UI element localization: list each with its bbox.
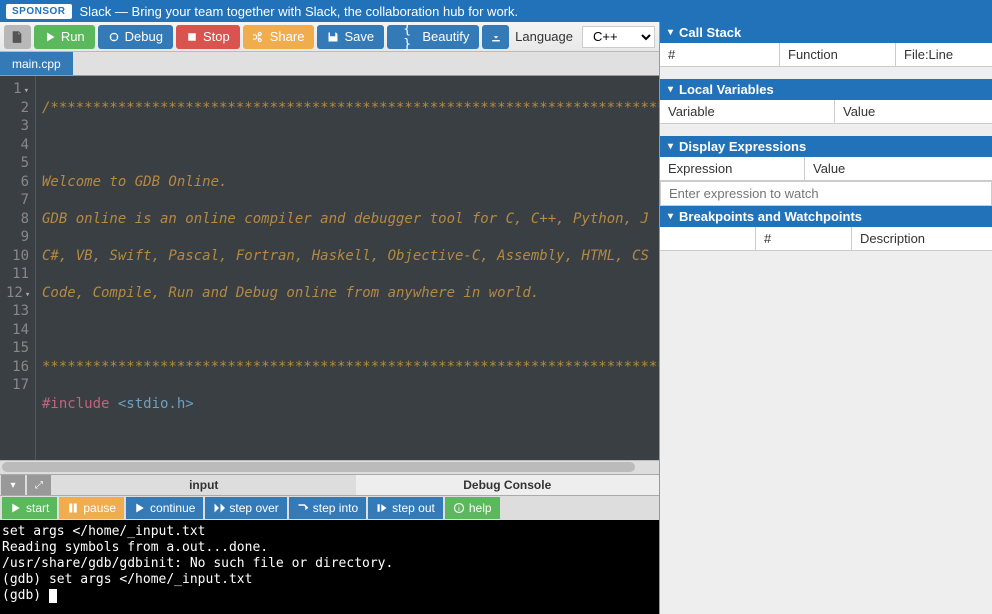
panel-display-expr-header[interactable]: ▾Display Expressions: [660, 136, 992, 157]
debug-panels: ▾Call Stack # Function File:Line ▾Local …: [660, 22, 992, 614]
dbg-help-button[interactable]: ihelp: [445, 497, 500, 519]
dbg-pause-button[interactable]: pause: [59, 497, 124, 519]
editor-hscroll[interactable]: [0, 460, 659, 474]
display-expr-columns: Expression Value: [660, 157, 992, 181]
chevron-down-icon: ▾: [668, 27, 673, 38]
share-button[interactable]: Share: [243, 25, 315, 49]
chevron-down-icon: ▾: [668, 141, 673, 152]
expression-input[interactable]: [660, 181, 992, 206]
run-button[interactable]: Run: [34, 25, 95, 49]
language-select[interactable]: C++: [582, 26, 655, 48]
file-tab-bar: main.cpp: [0, 52, 659, 76]
code-editor[interactable]: 1234567891011121314151617 /*************…: [0, 76, 659, 460]
dbg-step-over-button[interactable]: step over: [205, 497, 286, 519]
panel-local-vars-header[interactable]: ▾Local Variables: [660, 79, 992, 100]
call-stack-columns: # Function File:Line: [660, 43, 992, 67]
expand-icon[interactable]: ⤢: [27, 475, 51, 495]
debug-toolbar: start pause continue step over step into…: [0, 496, 659, 520]
stop-button[interactable]: Stop: [176, 25, 240, 49]
dbg-step-out-button[interactable]: step out: [368, 497, 443, 519]
language-label: Language: [515, 29, 573, 44]
dbg-continue-button[interactable]: continue: [126, 497, 203, 519]
breakpoints-columns: # Description: [660, 227, 992, 251]
chevron-down-icon: ▾: [668, 84, 673, 95]
panel-call-stack-header[interactable]: ▾Call Stack: [660, 22, 992, 43]
beautify-button[interactable]: { }Beautify: [387, 25, 479, 49]
tab-debug-console[interactable]: Debug Console: [356, 475, 660, 495]
dbg-step-into-button[interactable]: step into: [289, 497, 366, 519]
chevron-down-icon: ▾: [668, 211, 673, 222]
line-gutter: 1234567891011121314151617: [0, 76, 36, 460]
sponsor-text: Slack — Bring your team together with Sl…: [80, 4, 519, 19]
save-button[interactable]: Save: [317, 25, 384, 49]
svg-text:i: i: [458, 504, 460, 513]
download-button[interactable]: [482, 25, 509, 49]
local-vars-columns: Variable Value: [660, 100, 992, 124]
panel-breakpoints-header[interactable]: ▾Breakpoints and Watchpoints: [660, 206, 992, 227]
bottom-tab-bar: ▾ ⤢ input Debug Console: [0, 474, 659, 496]
tab-input[interactable]: input: [52, 475, 356, 495]
collapse-icon[interactable]: ▾: [1, 475, 25, 495]
new-file-button[interactable]: [4, 25, 31, 49]
main-toolbar: Run Debug Stop Share Save { }Beautify La…: [0, 22, 659, 52]
debug-button[interactable]: Debug: [98, 25, 173, 49]
code-content[interactable]: /***************************************…: [36, 76, 659, 460]
cursor-icon: [49, 589, 57, 603]
dbg-start-button[interactable]: start: [2, 497, 57, 519]
sponsor-banner[interactable]: SPONSOR Slack — Bring your team together…: [0, 0, 992, 22]
sponsor-badge: SPONSOR: [6, 4, 72, 19]
file-tab-main[interactable]: main.cpp: [0, 52, 73, 75]
debug-console[interactable]: set args </home/_input.txt Reading symbo…: [0, 520, 659, 614]
